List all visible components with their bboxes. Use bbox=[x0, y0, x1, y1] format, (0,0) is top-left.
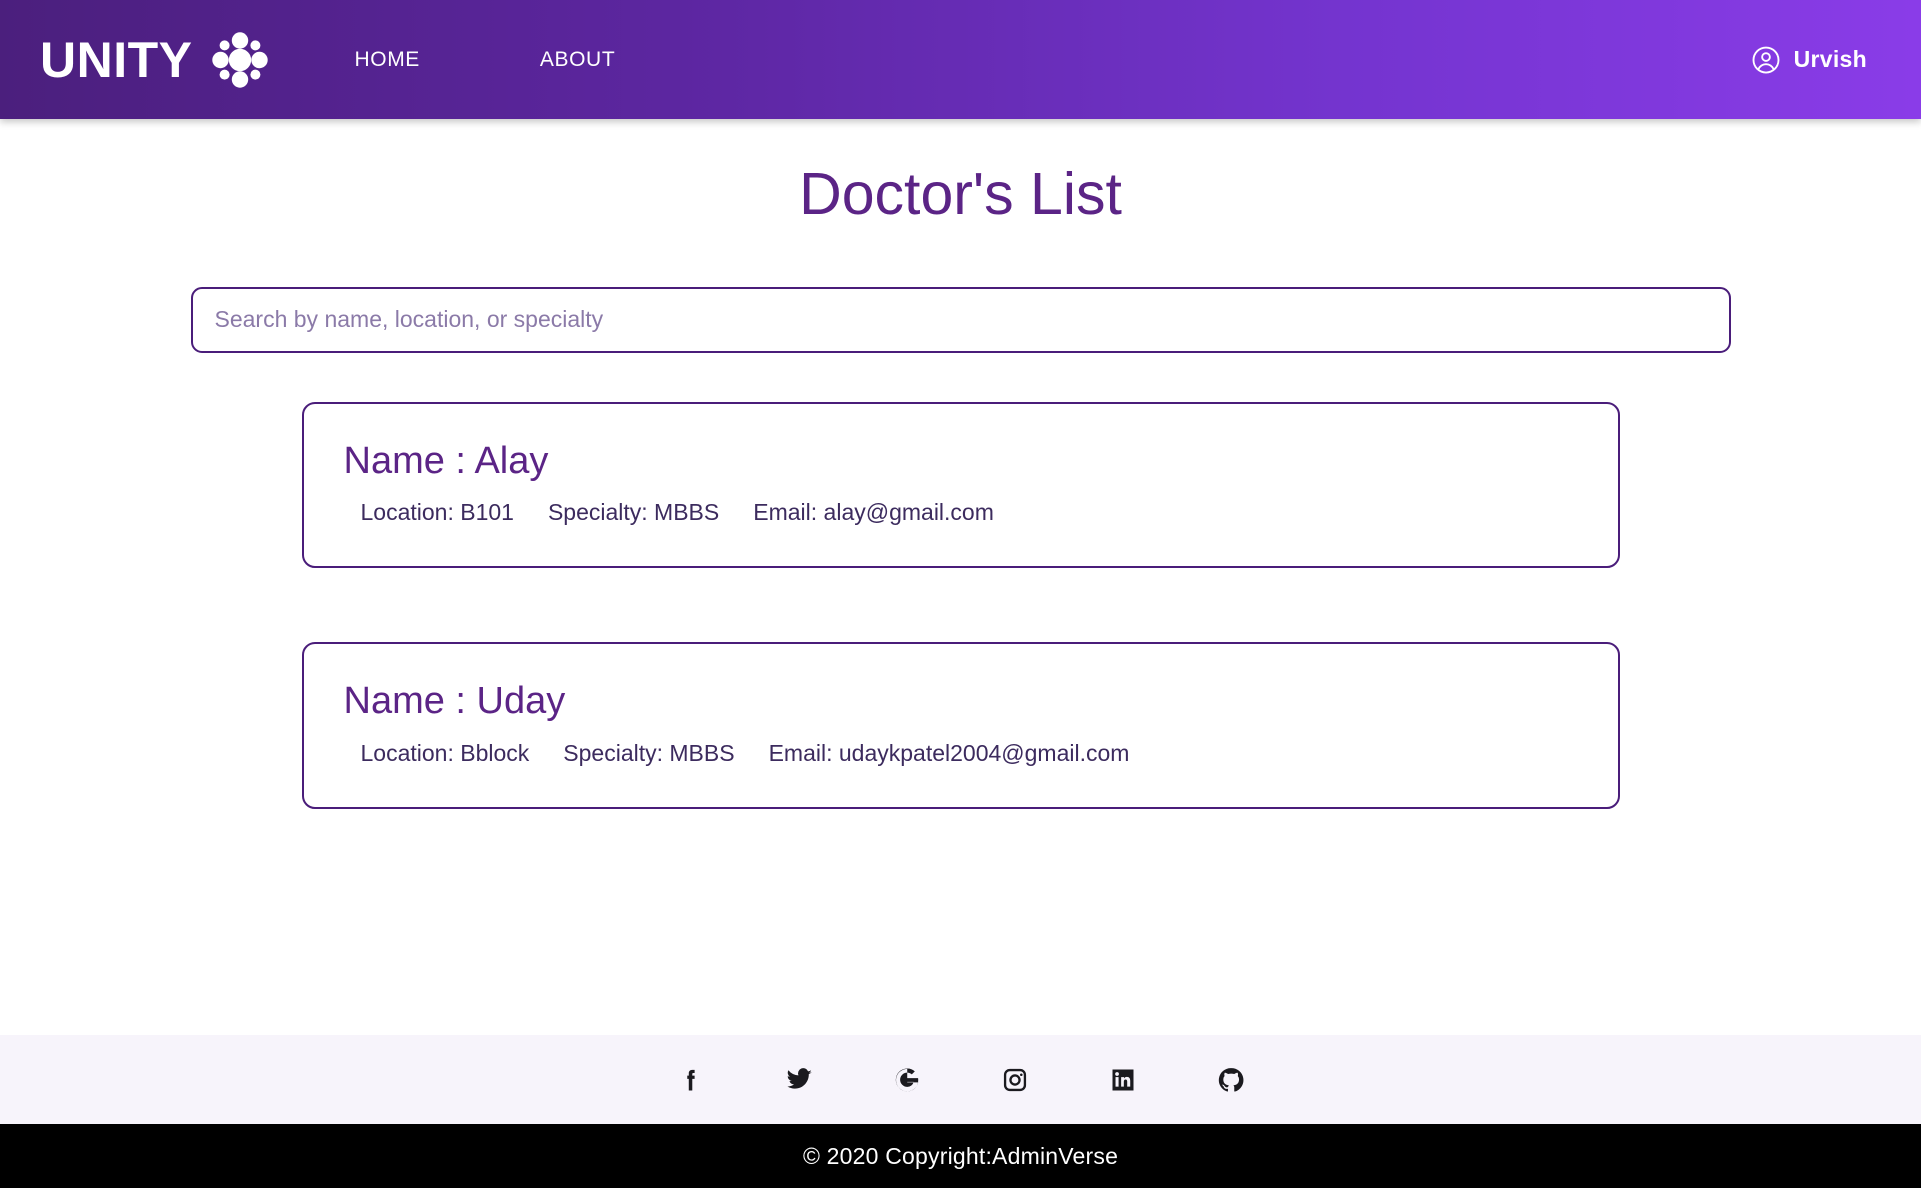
doctor-meta: Location: Bblock Specialty: MBBS Email: … bbox=[344, 740, 1578, 767]
doctor-location: Location: Bblock bbox=[360, 740, 530, 767]
doctor-specialty: Specialty: MBBS bbox=[547, 499, 720, 526]
main-content: Doctor's List Name : Alay Location: B101… bbox=[0, 119, 1921, 1035]
doctor-email: Email: alay@gmail.com bbox=[753, 499, 994, 526]
nav-links: HOME ABOUT bbox=[331, 38, 640, 82]
doctor-name: Name : Uday bbox=[343, 680, 566, 723]
user-menu[interactable]: Urvish bbox=[1741, 37, 1891, 83]
doctor-card[interactable]: Name : Alay Location: B101 Specialty: MB… bbox=[301, 401, 1620, 569]
nav-link-home[interactable]: HOME bbox=[331, 38, 444, 82]
brand-wordmark: UNITY bbox=[40, 31, 193, 88]
app-root: UNITY HOME ABOUT Urvish Doctor's List Se… bbox=[0, 0, 1921, 1188]
google-icon[interactable] bbox=[853, 1066, 961, 1094]
copyright-text: © 2020 Copyright:AdminVerse bbox=[802, 1142, 1119, 1169]
linkedin-icon[interactable] bbox=[1069, 1066, 1177, 1094]
doctor-specialty: Specialty: MBBS bbox=[563, 740, 735, 767]
copyright-bar: © 2020 Copyright:AdminVerse bbox=[0, 1124, 1921, 1188]
github-icon[interactable] bbox=[1177, 1066, 1285, 1094]
twitter-icon[interactable] bbox=[745, 1066, 853, 1094]
user-circle-icon bbox=[1751, 45, 1781, 75]
brand-logo[interactable]: UNITY bbox=[40, 29, 271, 91]
search-input[interactable] bbox=[190, 286, 1731, 353]
flower-cluster-logo-icon bbox=[209, 29, 271, 91]
doctor-email: Email: udaykpatel2004@gmail.com bbox=[768, 740, 1130, 767]
footer-social-bar bbox=[0, 1035, 1921, 1124]
doctor-list: Name : Alay Location: B101 Specialty: MB… bbox=[301, 401, 1620, 810]
doctor-card[interactable]: Name : Uday Location: Bblock Specialty: … bbox=[301, 642, 1620, 810]
user-name-label: Urvish bbox=[1793, 46, 1867, 72]
facebook-icon[interactable] bbox=[637, 1066, 745, 1094]
search-bar bbox=[190, 286, 1731, 353]
doctor-name: Name : Alay bbox=[343, 439, 549, 482]
nav-link-about[interactable]: ABOUT bbox=[516, 38, 639, 82]
page-title: Doctor's List bbox=[799, 161, 1122, 227]
top-navbar: UNITY HOME ABOUT Urvish bbox=[0, 0, 1921, 119]
doctor-location: Location: B101 bbox=[360, 499, 514, 526]
instagram-icon[interactable] bbox=[961, 1066, 1069, 1094]
doctor-meta: Location: B101 Specialty: MBBS Email: al… bbox=[344, 499, 1578, 526]
